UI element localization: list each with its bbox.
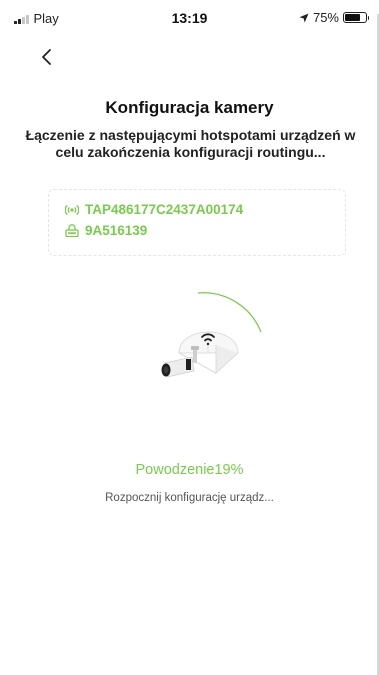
location-arrow-icon — [299, 13, 309, 22]
wifi-signal-icon — [65, 204, 79, 215]
status-right: 75% — [299, 10, 369, 25]
progress-status: Powodzenie19% — [135, 462, 244, 478]
hotspot-ssid: TAP486177C2437A00174 — [85, 202, 244, 217]
page-subtitle: Łączenie z następującymi hotspotami urzą… — [25, 127, 356, 160]
hotspot-password: 9A516139 — [85, 223, 148, 238]
camera-router-illustration — [161, 292, 262, 378]
wifi-lock-icon — [65, 224, 79, 237]
battery-fill — [345, 14, 360, 21]
status-bar: Play 13:19 75% — [0, 0, 379, 40]
back-button[interactable] — [34, 43, 58, 71]
progress-step: Rozpocznij konfigurację urządz... — [105, 492, 274, 504]
hotspot-info-box: TAP486177C2437A00174 9A516139 — [48, 189, 346, 256]
chevron-left-icon — [41, 49, 51, 65]
hotspot-ssid-row: TAP486177C2437A00174 — [65, 202, 243, 217]
battery-icon — [343, 12, 369, 23]
battery-percent: 75% — [312, 10, 339, 25]
hotspot-password-row: 9A516139 — [65, 223, 147, 238]
page-title: Konfiguracja kamery — [105, 98, 274, 117]
progress-arc — [197, 292, 262, 333]
